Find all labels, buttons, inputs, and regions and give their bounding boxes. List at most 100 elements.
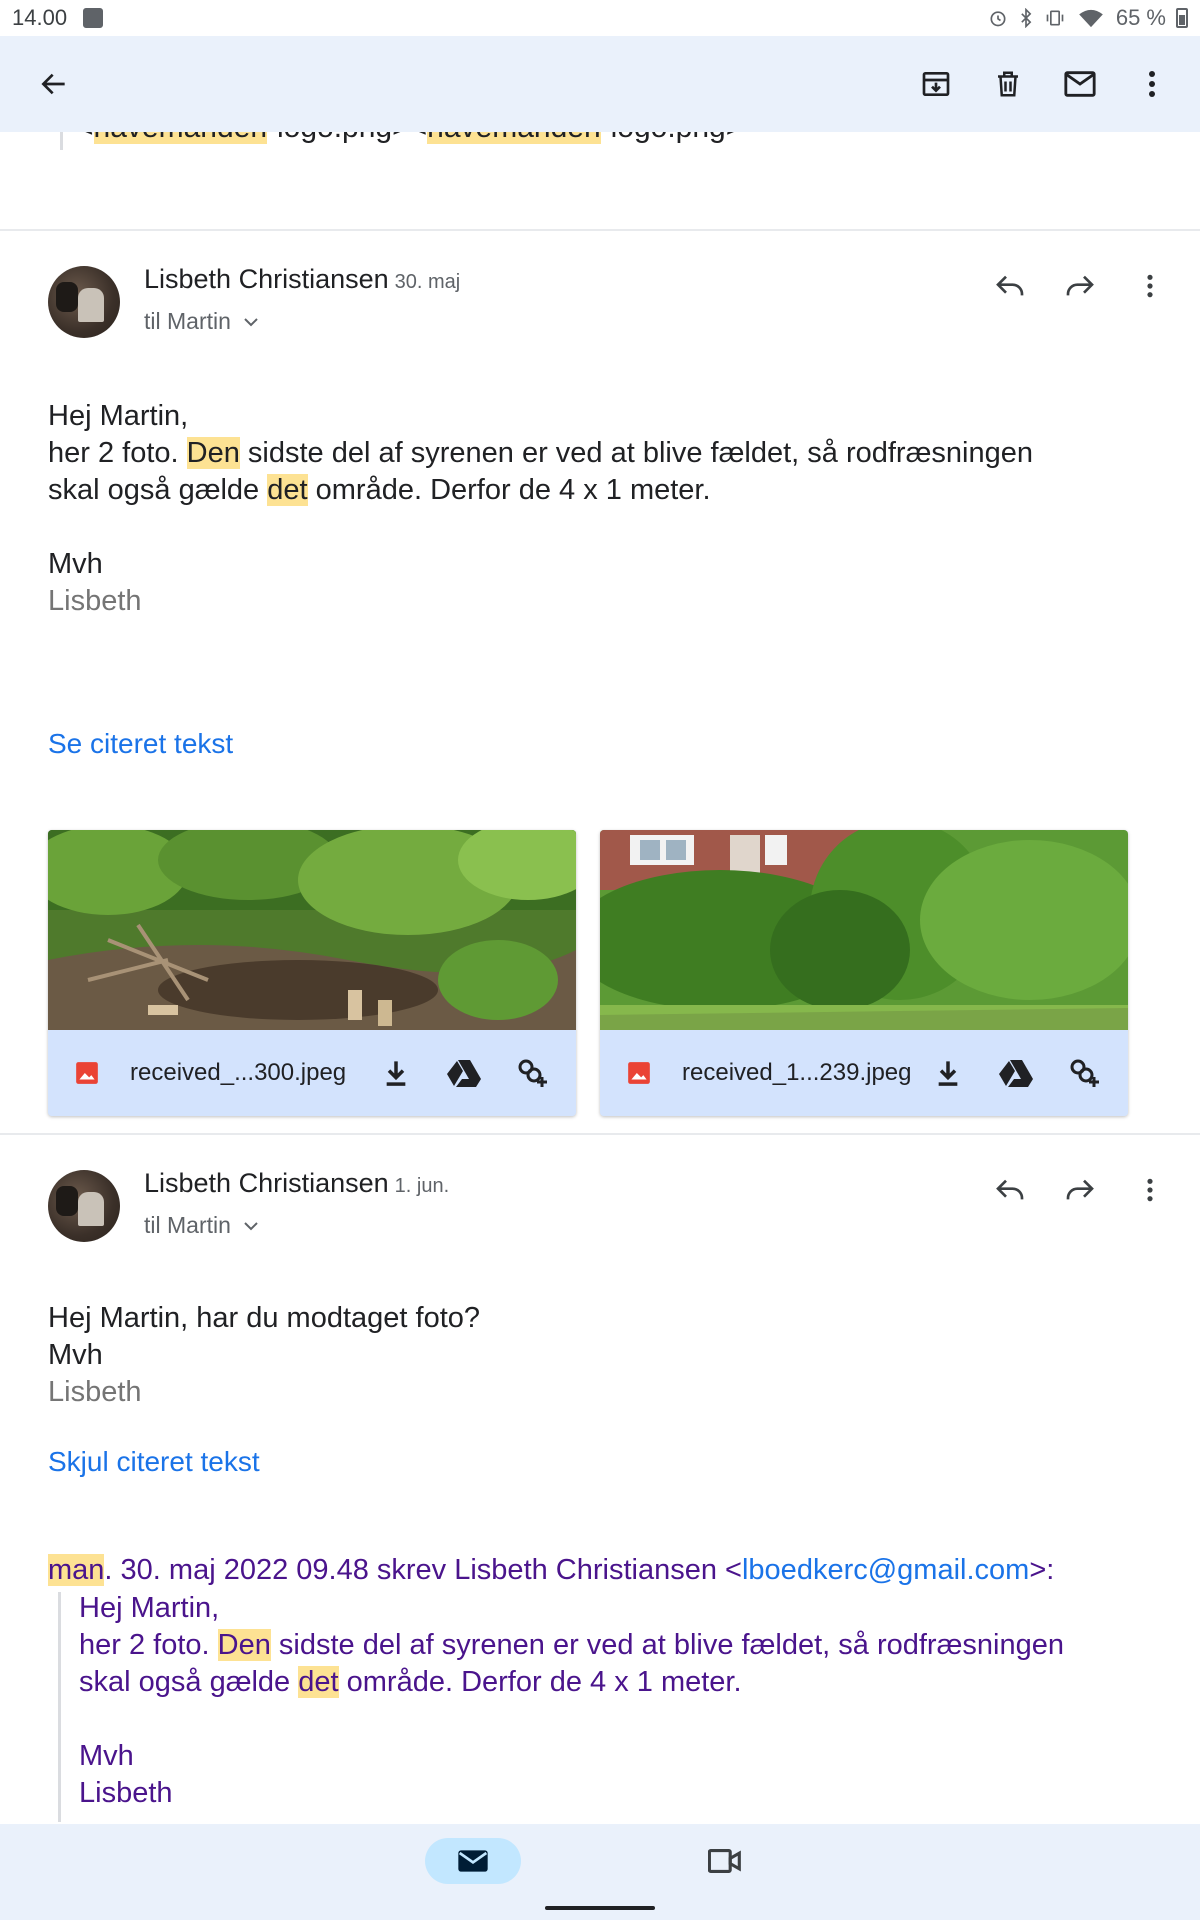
message-body: Hej Martin, her 2 foto. Den sidste del a… [48,398,1033,620]
message-header[interactable]: Lisbeth Christiansen 1. jun. til Martin [48,1168,1168,1250]
attachment-actions [930,1055,1102,1091]
body-signature: Lisbeth [48,1376,142,1408]
message-actions [992,1172,1168,1208]
avatar[interactable] [48,1170,120,1242]
show-quoted-text-link[interactable]: Se citeret tekst [48,728,233,760]
sender-line: Lisbeth Christiansen 30. maj [144,264,460,295]
attachment-bar: received_1...239.jpeg [600,1030,1128,1116]
mark-unread-icon [1064,71,1096,97]
more-vert-icon [1149,71,1155,97]
recipient-label: til Martin [144,308,231,334]
attachment-card[interactable]: received_1...239.jpeg [600,830,1128,1116]
search-highlight: det [298,1666,339,1698]
more-vert-icon [1147,274,1153,298]
message-more-button[interactable] [1132,1172,1168,1208]
message-divider [0,1133,1200,1135]
archive-button[interactable] [918,66,954,102]
attachment-filename: received_...300.jpeg [130,1059,347,1086]
save-to-drive-button[interactable] [446,1055,482,1091]
recipient-label: til Martin [144,1212,231,1238]
email-link[interactable]: lboedkerc@gmail.com [742,1554,1029,1586]
sender-name: Lisbeth Christiansen [144,264,389,294]
reply-icon [996,1179,1024,1200]
add-to-photos-button[interactable] [1066,1055,1102,1091]
message-date: 1. jun. [394,1175,450,1197]
quote-greeting: Hej Martin, [79,1592,220,1624]
sender-line: Lisbeth Christiansen 1. jun. [144,1168,449,1199]
body-line: skal også gælde det område. Derfor de 4 … [48,474,711,506]
quote-signature: Lisbeth [79,1777,173,1809]
hide-quoted-text-link[interactable]: Skjul citeret tekst [48,1446,260,1478]
body-closing: Mvh [48,548,103,580]
quote-bar [58,1592,61,1822]
search-highlight: man [48,1554,105,1586]
message-actions [992,268,1168,304]
attachment-card[interactable]: received_...300.jpeg [48,830,576,1116]
video-icon [708,1849,741,1873]
quoted-text: Hej Martin, her 2 foto. Den sidste del a… [79,1590,1064,1812]
back-button[interactable] [36,66,72,102]
body-closing: Mvh [48,1339,103,1371]
body-greeting: Hej Martin, [48,400,189,432]
message-header[interactable]: Lisbeth Christiansen 30. maj til Martin [48,264,1168,346]
quote-closing: Mvh [79,1740,134,1772]
avatar[interactable] [48,266,120,338]
back-arrow-icon [41,73,65,95]
message-divider [0,229,1200,231]
message-body: Hej Martin, har du modtaget foto? Mvh Li… [48,1300,480,1411]
chevron-down-icon [244,317,258,326]
forward-button[interactable] [1062,1172,1098,1208]
drive-icon [999,1060,1033,1087]
body-signature: Lisbeth [48,585,142,617]
chevron-down-icon [244,1221,258,1230]
delete-button[interactable] [990,66,1026,102]
download-button[interactable] [930,1055,966,1091]
more-vert-icon [1147,1178,1153,1202]
attachment-thumbnail[interactable] [600,830,1128,1030]
quote-line: her 2 foto. Den sidste del af syrenen er… [79,1629,1064,1661]
recipient-details[interactable]: til Martin [144,308,259,335]
top-app-bar [0,36,1200,132]
toolbar-actions [918,66,1170,102]
save-to-drive-button[interactable] [998,1055,1034,1091]
add-to-photos-icon [518,1059,547,1087]
forward-icon [1066,1179,1094,1200]
drive-icon [447,1060,481,1087]
download-button[interactable] [378,1055,414,1091]
quote-attribution: man. 30. maj 2022 09.48 skrev Lisbeth Ch… [48,1554,1055,1586]
forward-icon [1066,275,1094,296]
add-to-photos-icon [1070,1059,1099,1087]
attachment-bar: received_...300.jpeg [48,1030,576,1116]
delete-icon [998,71,1018,97]
search-highlight: Den [186,437,240,469]
body-line: Hej Martin, har du modtaget foto? [48,1302,481,1334]
reply-button[interactable] [992,1172,1028,1208]
download-icon [938,1061,958,1086]
download-icon [386,1061,406,1086]
home-indicator[interactable] [545,1906,655,1910]
quote-line: skal også gælde det område. Derfor de 4 … [79,1666,742,1698]
reply-button[interactable] [992,268,1028,304]
image-file-icon [76,1062,98,1084]
add-to-photos-button[interactable] [514,1055,550,1091]
more-options-button[interactable] [1134,66,1170,102]
sender-name: Lisbeth Christiansen [144,1168,389,1198]
message-more-button[interactable] [1132,268,1168,304]
attachment-filename: received_1...239.jpeg [682,1059,912,1086]
archive-icon [922,72,950,96]
image-file-icon [628,1062,650,1084]
nav-meet-tab[interactable] [705,1841,745,1881]
message-date: 30. maj [394,271,461,293]
bottom-navigation [0,1824,1200,1920]
mail-icon [458,1850,488,1872]
mark-unread-button[interactable] [1062,66,1098,102]
search-highlight: Den [217,1629,271,1661]
attachment-actions [378,1055,550,1091]
forward-button[interactable] [1062,268,1098,304]
reply-icon [996,275,1024,296]
attachment-thumbnail[interactable] [48,830,576,1030]
conversation-scroll[interactable]: <havemanden-logo.png><havemanden-logo.pn… [0,0,1200,1920]
nav-mail-tab[interactable] [425,1838,521,1884]
body-line: her 2 foto. Den sidste del af syrenen er… [48,437,1033,469]
recipient-details[interactable]: til Martin [144,1212,259,1239]
